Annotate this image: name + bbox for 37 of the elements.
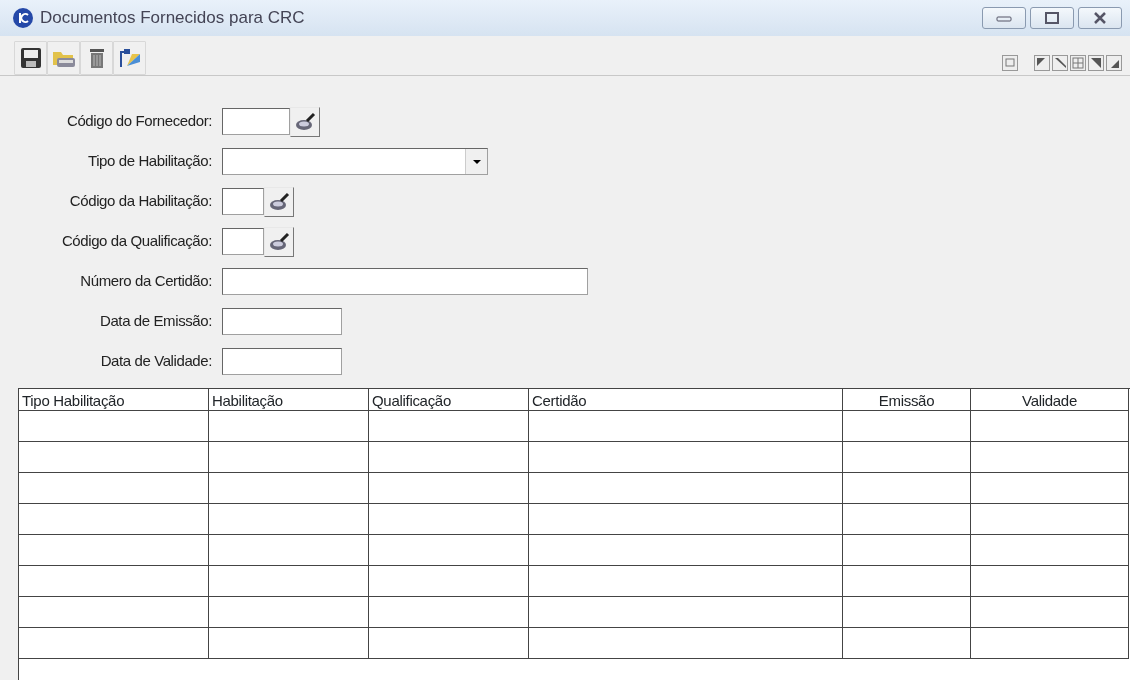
field-label: Data de Validade: [99,351,213,372]
app-logo-icon [12,7,34,29]
magnifier-icon [294,111,316,132]
edit-button[interactable] [113,41,146,75]
input-field[interactable] [222,228,264,255]
lookup-button[interactable] [290,106,320,137]
lookup-button[interactable] [264,226,294,257]
window-title: Documentos Fornecidos para CRC [40,7,305,30]
lookup-button[interactable] [264,186,294,217]
close-icon [1093,12,1107,24]
column-header: Validade [971,389,1129,411]
input-field[interactable] [222,348,342,375]
input-field[interactable] [222,268,588,295]
caret-icon [471,158,482,165]
column-header: Qualificação [369,389,529,411]
close-button[interactable] [1078,7,1122,29]
field-label: Código da Habilitação: [68,191,213,212]
column-header: Habilitação [209,389,369,411]
field-label: Código do Fornecedor: [65,111,213,132]
minimize-icon [996,13,1012,23]
input-field[interactable] [222,308,342,335]
input-field[interactable] [222,108,290,135]
field-label: Número da Certidão: [79,271,213,292]
column-header: Certidão [529,389,843,411]
magnifier-icon [268,231,290,252]
maximize-button[interactable] [1030,7,1074,29]
save-button[interactable] [14,41,47,75]
field-label: Data de Emissão: [99,311,213,332]
dropdown-field[interactable] [222,148,488,175]
column-header: Tipo Habilitação [19,389,209,411]
column-header: Emissão [843,389,971,411]
field-label: Tipo de Habilitação: [86,151,213,172]
delete-button[interactable] [80,41,113,75]
field-label: Código da Qualificação: [60,231,213,252]
maximize-icon [1045,12,1059,24]
magnifier-icon [268,191,290,212]
input-field[interactable] [222,188,264,215]
